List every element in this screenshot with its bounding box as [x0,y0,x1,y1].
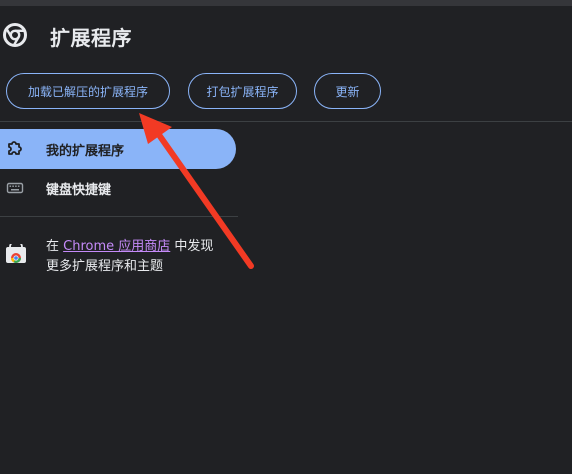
puzzle-piece-icon [8,141,22,155]
sidebar-item-my-extensions[interactable]: 我的扩展程序 [0,129,236,169]
sidebar-item-label: 我的扩展程序 [46,143,125,159]
toolbar-divider [0,121,572,122]
sidebar-item-keyboard-shortcuts[interactable]: 键盘快捷键 [0,168,236,208]
chrome-web-store-link[interactable]: Chrome 应用商店 [63,239,170,254]
chrome-logo-icon [3,23,27,47]
web-store-promo: 在 Chrome 应用商店 中发现 更多扩展程序和主题 [46,237,236,277]
keyboard-icon [6,182,24,194]
store-promo-prefix: 在 [46,239,64,254]
load-unpacked-button[interactable]: 加载已解压的扩展程序 [6,73,170,109]
update-button[interactable]: 更新 [314,73,381,109]
web-store-icon [6,244,26,263]
sidebar-divider [0,216,238,217]
store-promo-suffix: 中发现 [170,239,214,254]
store-promo-line2: 更多扩展程序和主题 [46,259,164,274]
sidebar-item-label: 键盘快捷键 [46,182,112,198]
pack-extension-button[interactable]: 打包扩展程序 [188,73,297,109]
page-title: 扩展程序 [50,26,132,50]
page-header: 扩展程序 [0,6,572,62]
